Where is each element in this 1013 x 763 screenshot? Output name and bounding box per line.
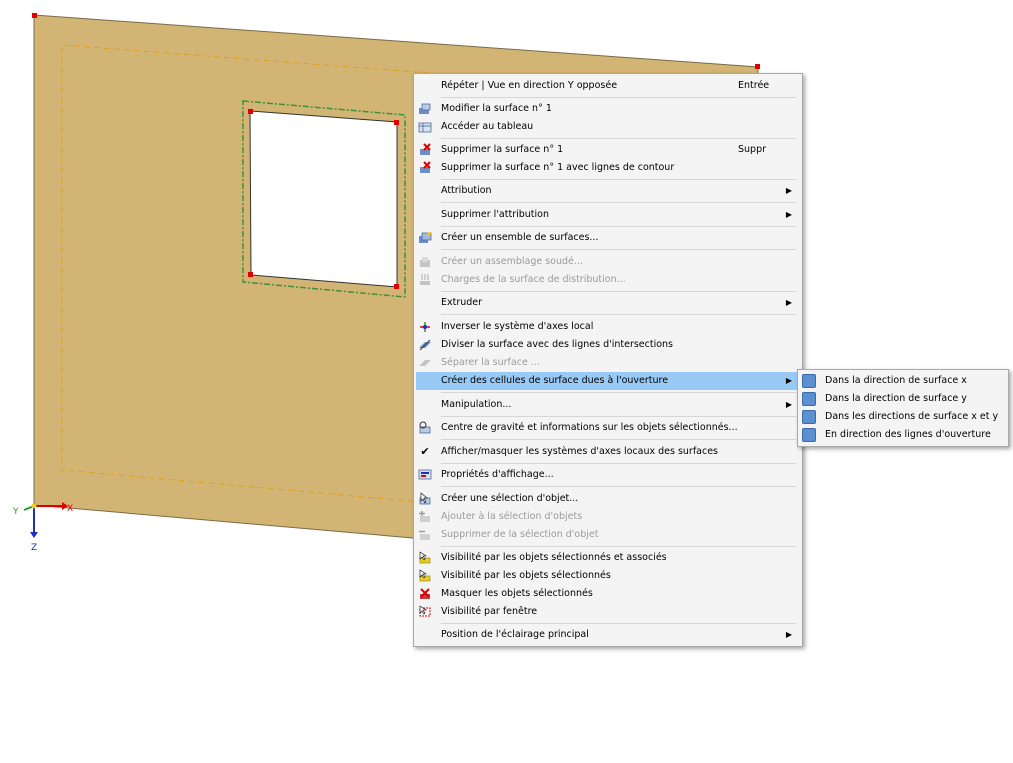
delete-surface-icon [418,143,432,157]
menu-item-repeat-view[interactable]: Répéter | Vue en direction Y opposée Ent… [416,77,800,95]
menu-item-distribution-surface-loads[interactable]: Charges de la surface de distribution... [416,271,800,289]
visibility-window-icon [418,605,432,619]
node-marker[interactable] [248,272,253,277]
surface-set-icon [418,231,432,245]
table-icon [418,120,432,134]
visibility-associated-icon [418,551,432,565]
create-selection-icon [418,492,432,506]
menu-item-create-surface-set[interactable]: Créer un ensemble de surfaces... [416,229,800,247]
submenu-arrow-icon: ▶ [785,210,792,219]
menu-item-manipulation[interactable]: Manipulation... ▶ [416,396,800,414]
submenu-arrow-icon: ▶ [785,298,792,307]
menu-separator [441,314,796,315]
menu-item-remove-from-selection[interactable]: Supprimer de la sélection d'objet [416,526,800,544]
check-icon: ✔ [420,445,430,458]
menu-separator [441,291,796,292]
shortcut-label: Entrée [738,80,770,91]
edit-surface-icon [418,102,432,116]
menu-item-hide-selected[interactable]: Masquer les objets sélectionnés [416,585,800,603]
submenu-arrow-icon: ▶ [785,186,792,195]
menu-separator [441,249,796,250]
submenu-arrow-icon: ▶ [785,630,792,639]
surface-cell-icon [802,428,816,442]
menu-item-go-to-table[interactable]: Accéder au tableau [416,118,800,136]
menu-item-invert-local-axes[interactable]: Inverser le système d'axes local [416,318,800,336]
submenu-item-direction-x[interactable]: Dans la direction de surface x [800,372,1006,390]
center-gravity-icon [418,421,432,435]
context-menu: Répéter | Vue en direction Y opposée Ent… [413,73,803,647]
menu-separator [441,179,796,180]
menu-separator [441,416,796,417]
display-properties-icon [418,468,432,482]
surface-cell-icon [802,374,816,388]
menu-separator [441,486,796,487]
menu-item-divide-surface[interactable]: Diviser la surface avec des lignes d'int… [416,336,800,354]
menu-item-display-properties[interactable]: Propriétés d'affichage... [416,466,800,484]
submenu-item-opening-lines[interactable]: En direction des lignes d'ouverture [800,426,1006,444]
menu-item-add-to-selection[interactable]: Ajouter à la sélection d'objets [416,508,800,526]
axis-label-x: X [67,504,73,514]
load-distribution-icon [418,273,432,287]
menu-item-visibility-selected-associated[interactable]: Visibilité par les objets sélectionnés e… [416,549,800,567]
delete-surface-lines-icon [418,161,432,175]
surface-cell-icon [802,392,816,406]
node-marker[interactable] [248,109,253,114]
menu-separator [441,226,796,227]
menu-item-visibility-selected[interactable]: Visibilité par les objets sélectionnés [416,567,800,585]
separate-surface-icon [418,356,432,370]
menu-item-delete-attribution[interactable]: Supprimer l'attribution ▶ [416,206,800,224]
menu-item-separate-surface[interactable]: Séparer la surface ... [416,354,800,372]
menu-item-create-surface-cells[interactable]: Créer des cellules de surface dues à l'o… [416,372,800,390]
menu-item-create-object-selection[interactable]: Créer une sélection d'objet... [416,490,800,508]
menu-separator [441,202,796,203]
submenu-arrow-icon: ▶ [785,400,792,409]
menu-item-extrude[interactable]: Extruder ▶ [416,294,800,312]
shortcut-label: Suppr [738,144,767,155]
menu-item-delete-surface-with-lines[interactable]: Supprimer la surface n° 1 avec lignes de… [416,159,800,177]
axis-label-y: Y [12,507,19,517]
remove-selection-icon [418,528,432,542]
node-marker[interactable] [755,64,760,69]
node-marker[interactable] [394,284,399,289]
menu-item-center-of-gravity[interactable]: Centre de gravité et informations sur le… [416,419,800,437]
menu-separator [441,392,796,393]
menu-item-attribution[interactable]: Attribution ▶ [416,182,800,200]
menu-item-main-light-position[interactable]: Position de l'éclairage principal ▶ [416,626,800,644]
menu-separator [441,623,796,624]
submenu-arrow-icon: ▶ [785,376,792,385]
menu-item-visibility-by-window[interactable]: Visibilité par fenêtre [416,603,800,621]
node-marker[interactable] [394,120,399,125]
menu-separator [441,546,796,547]
welded-assembly-icon [418,255,432,269]
submenu-item-direction-y[interactable]: Dans la direction de surface y [800,390,1006,408]
menu-item-create-welded-assembly[interactable]: Créer un assemblage soudé... [416,253,800,271]
invert-axes-icon [418,320,432,334]
menu-separator [441,97,796,98]
divide-surface-icon [418,338,432,352]
menu-separator [441,463,796,464]
add-selection-icon [418,510,432,524]
axis-label-z: Z [31,543,37,553]
opening-hole [249,110,398,288]
coordinate-axes: Y X Z [12,502,73,553]
menu-separator [441,439,796,440]
submenu-item-direction-xy[interactable]: Dans les directions de surface x et y [800,408,1006,426]
menu-item-delete-surface[interactable]: Supprimer la surface n° 1 Suppr [416,141,800,159]
node-marker[interactable] [32,13,37,18]
menu-item-edit-surface[interactable]: Modifier la surface n° 1 [416,100,800,118]
menu-item-toggle-local-axes[interactable]: ✔ Afficher/masquer les systèmes d'axes l… [416,443,800,461]
hide-selected-icon [418,587,432,601]
surface-cell-icon [802,410,816,424]
surface-cells-submenu: Dans la direction de surface x Dans la d… [797,369,1009,447]
menu-separator [441,138,796,139]
visibility-selected-icon [418,569,432,583]
